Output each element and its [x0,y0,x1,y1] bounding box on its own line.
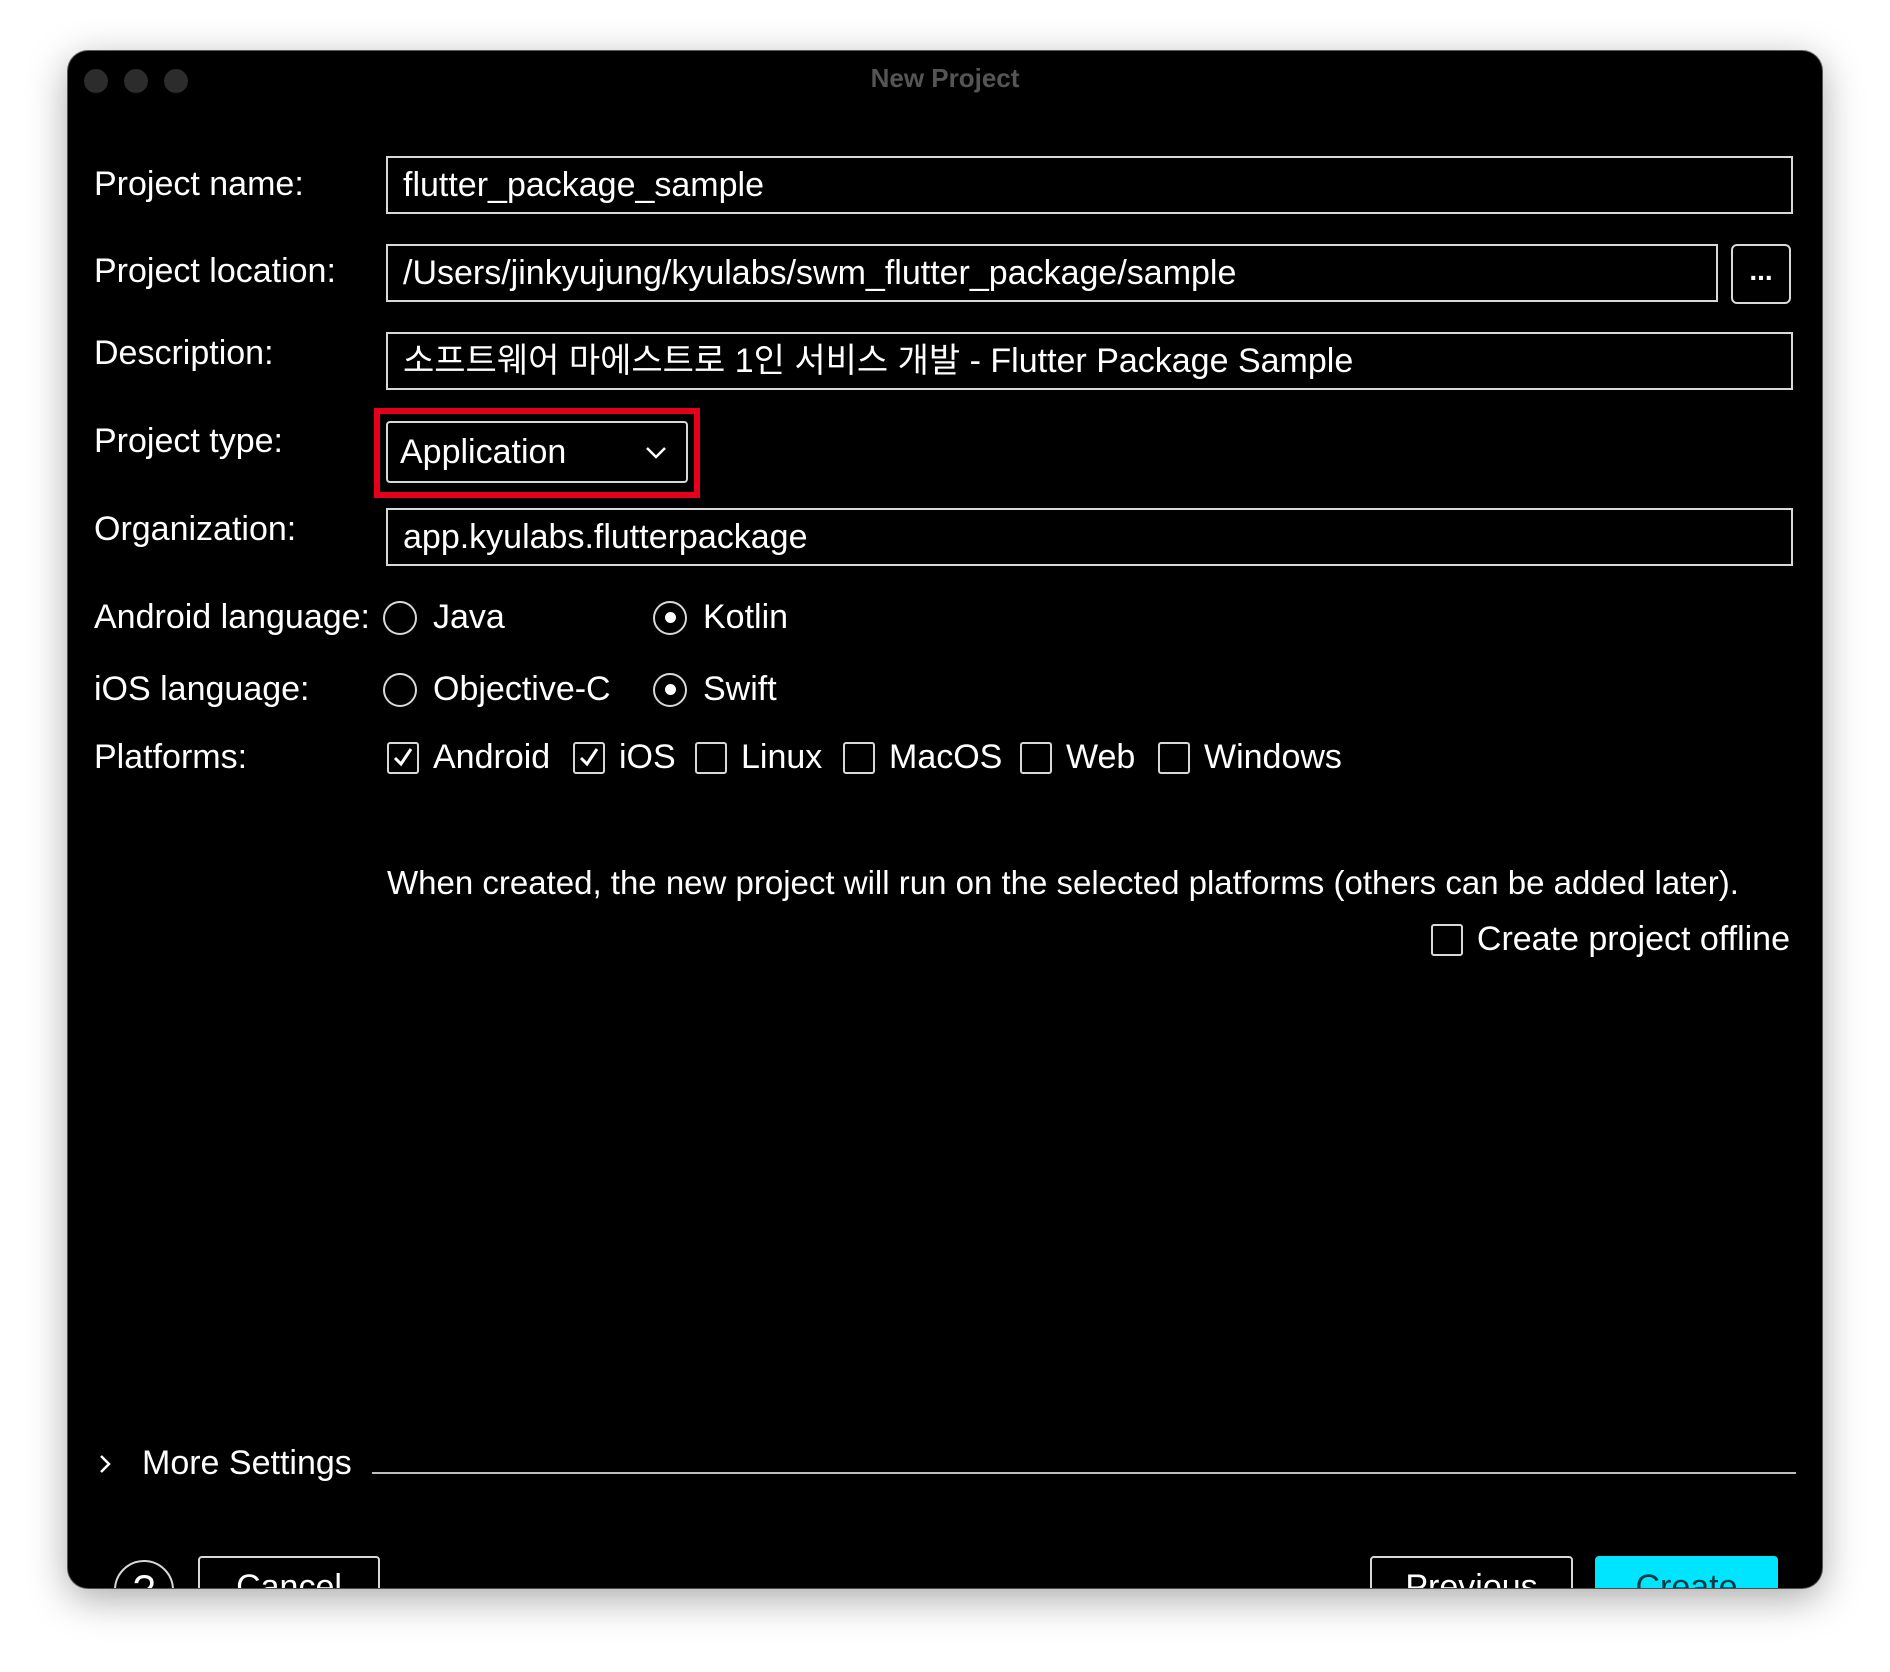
checkbox-android-label: Android [433,738,551,776]
checkbox-macos[interactable] [843,741,875,774]
checkbox-windows-label: Windows [1204,738,1342,776]
project-location-input[interactable]: /Users/jinkyujung/kyulabs/swm_flutter_pa… [386,244,1718,302]
project-type-value: Application [400,433,567,471]
platform-macos[interactable]: MacOS [843,738,1002,777]
chevron-down-icon [644,423,668,481]
ios-language-label: iOS language: [94,670,310,708]
description-label: Description: [94,334,274,372]
android-radio-java[interactable]: Java [383,598,505,637]
platform-android[interactable]: Android [387,738,550,777]
checkbox-ios-label: iOS [619,738,676,776]
description-input[interactable]: 소프트웨어 마에스트로 1인 서비스 개발 - Flutter Package … [386,332,1793,390]
project-name-label: Project name: [94,165,304,203]
project-type-label: Project type: [94,422,283,460]
ios-radio-swift[interactable]: Swift [653,670,777,709]
platform-linux[interactable]: Linux [695,738,822,777]
platforms-hint: When created, the new project will run o… [387,864,1739,901]
create-offline-label: Create project offline [1476,920,1790,958]
checkbox-linux[interactable] [695,741,727,774]
platform-ios[interactable]: iOS [573,738,676,777]
ios-radio-objective-c[interactable]: Objective-C [383,670,611,709]
more-settings-divider [372,1472,1796,1474]
checkbox-linux-label: Linux [741,738,823,776]
create-button[interactable]: Create [1595,1556,1778,1588]
platform-web[interactable]: Web [1020,738,1135,777]
more-settings-toggle[interactable]: More Settings [94,1444,352,1483]
new-project-dialog: New Project Project name: flutter_packag… [68,51,1822,1588]
android-radio-kotlin[interactable]: Kotlin [653,598,788,637]
checkbox-web-label: Web [1066,738,1136,776]
create-offline-option[interactable]: Create project offline [1430,920,1790,959]
project-location-label: Project location: [94,252,336,290]
question-mark-icon: ? [133,1568,155,1588]
project-name-input[interactable]: flutter_package_sample [386,156,1793,214]
checkbox-macos-label: MacOS [889,738,1003,776]
organization-input[interactable]: app.kyulabs.flutterpackage [386,508,1793,566]
checkbox-windows[interactable] [1158,741,1190,774]
radio-objective-c-label: Objective-C [433,670,611,708]
checkbox-web[interactable] [1020,741,1052,774]
platform-windows[interactable]: Windows [1158,738,1342,777]
help-button[interactable]: ? [114,1560,174,1588]
radio-kotlin[interactable] [653,600,687,635]
title-bar: New Project [68,51,1822,111]
radio-objective-c[interactable] [383,672,417,707]
cancel-button[interactable]: Cancel [198,1556,380,1588]
android-language-label: Android language: [94,598,371,636]
checkbox-android[interactable] [387,741,419,774]
radio-swift[interactable] [653,672,687,707]
previous-button[interactable]: Previous [1370,1556,1573,1588]
organization-label: Organization: [94,510,297,548]
checkbox-ios[interactable] [573,741,605,774]
radio-java[interactable] [383,600,417,635]
platforms-label: Platforms: [94,738,248,776]
window-title: New Project [870,63,1020,93]
radio-swift-label: Swift [703,670,777,708]
project-type-select[interactable]: Application [386,421,688,483]
chevron-right-icon [94,1447,116,1481]
radio-java-label: Java [433,598,505,636]
radio-kotlin-label: Kotlin [703,598,789,636]
checkbox-create-offline[interactable] [1430,923,1463,956]
more-settings-label: More Settings [142,1444,352,1482]
browse-location-button[interactable]: ... [1731,244,1791,304]
